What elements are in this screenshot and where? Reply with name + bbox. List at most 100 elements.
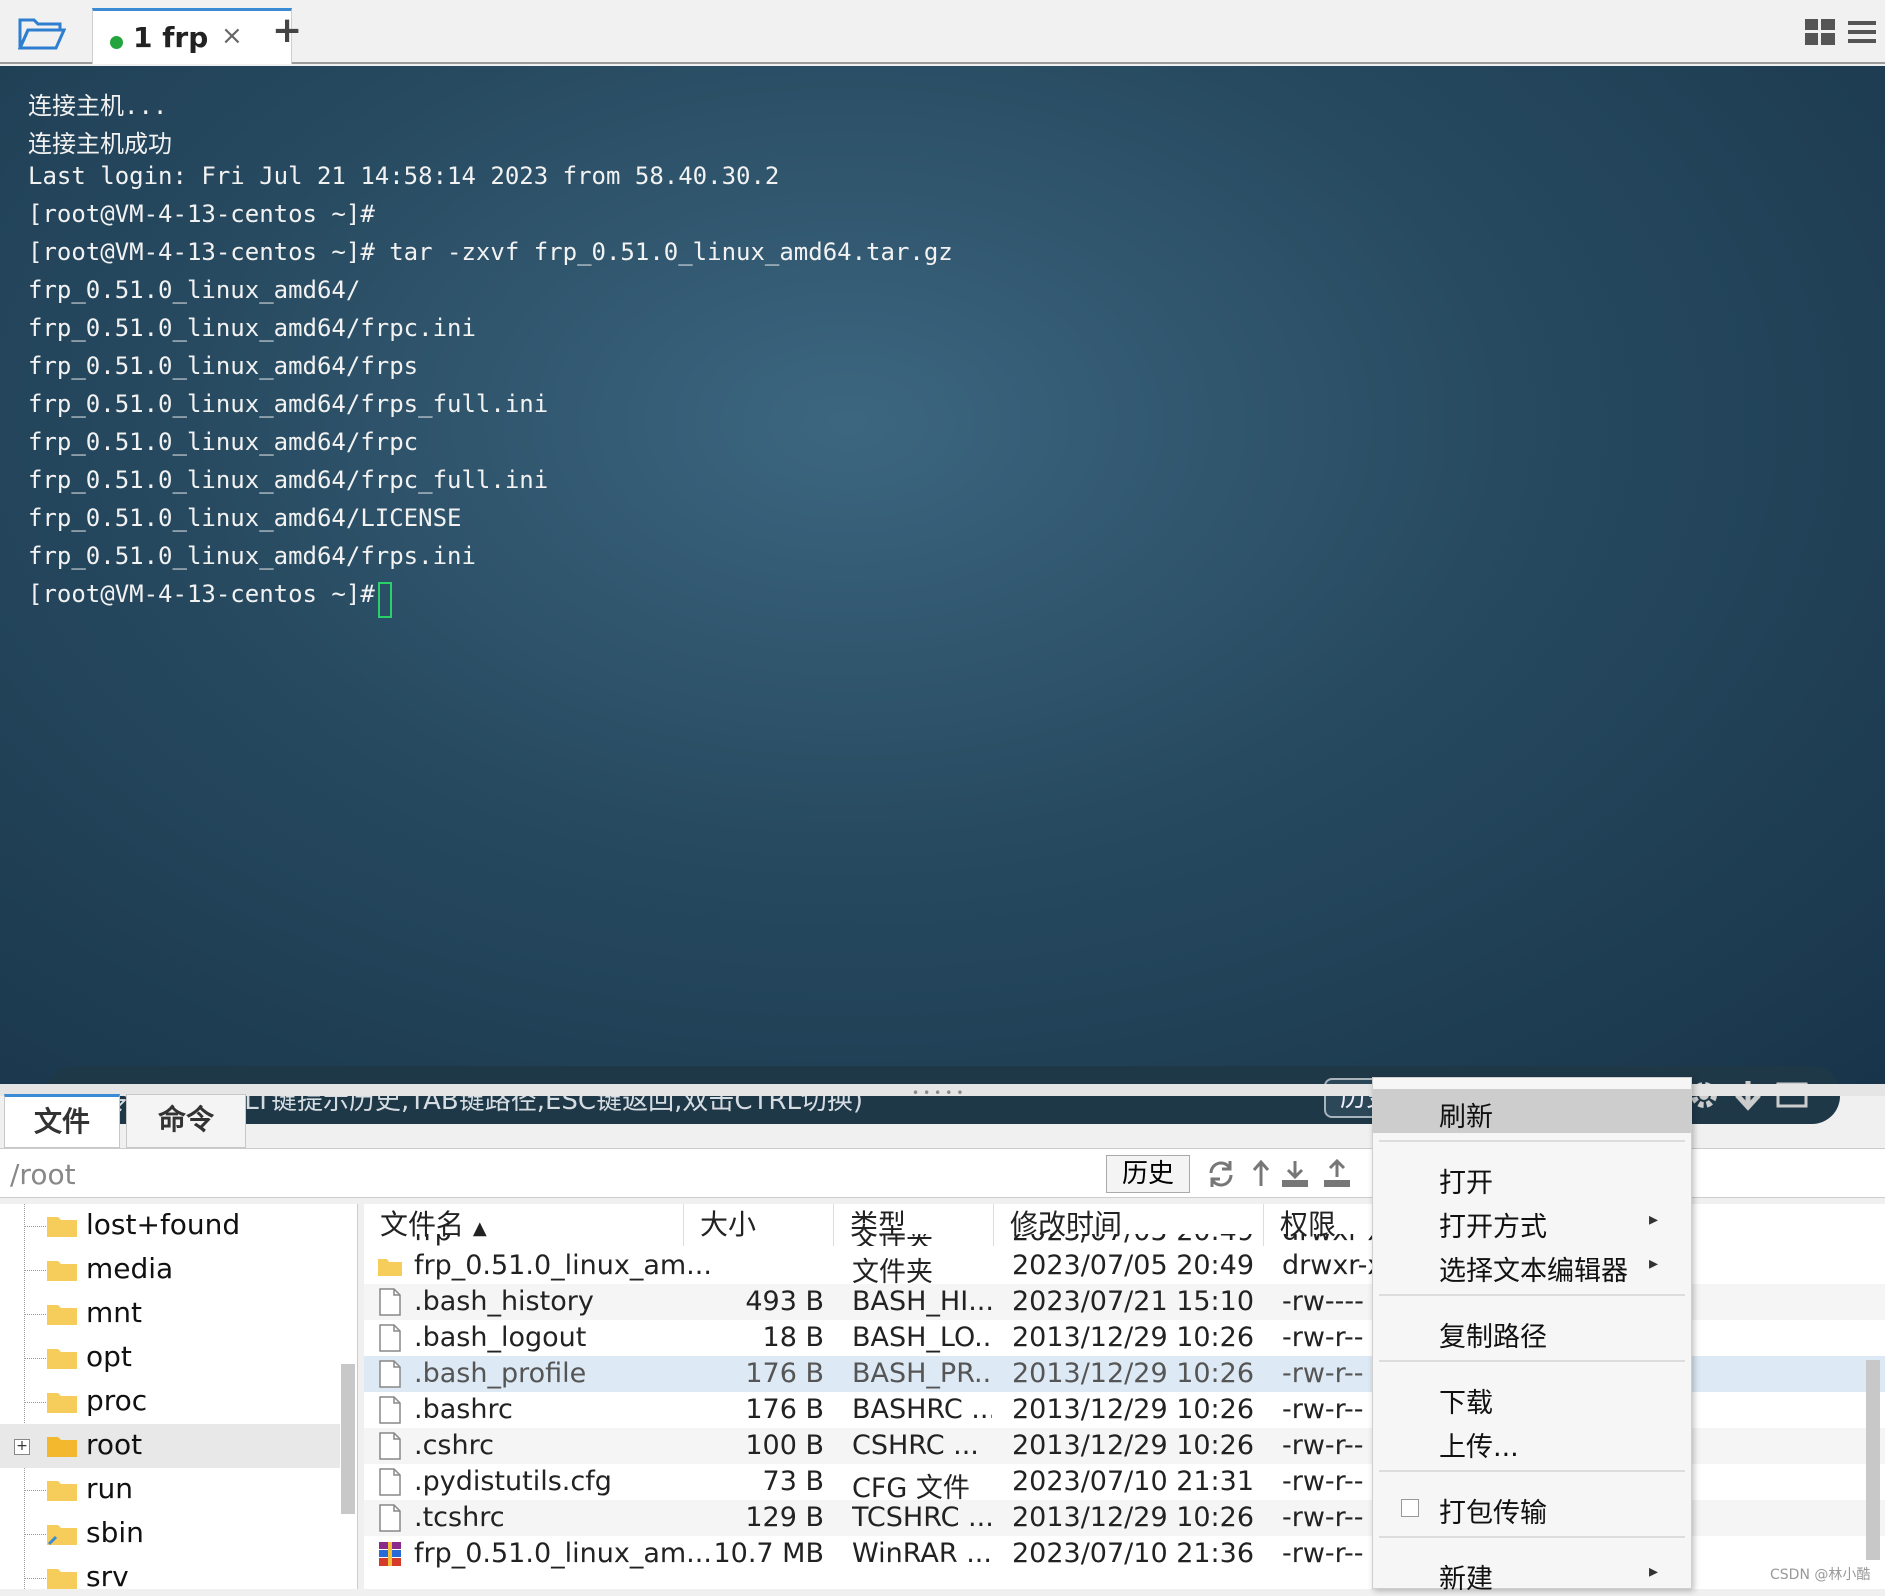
refresh-icon[interactable] (1206, 1159, 1236, 1189)
parent-dir-icon[interactable] (1246, 1159, 1276, 1189)
terminal-line: frp_0.51.0_linux_amd64/LICENSE (28, 504, 462, 532)
terminal-line: frp_0.51.0_linux_amd64/frps_full.ini (28, 390, 549, 418)
file-size: 100 B (745, 1430, 824, 1461)
file-size: 129 B (745, 1502, 824, 1533)
file-perm: -rw-r-- (1282, 1538, 1364, 1569)
file-size: 176 B (745, 1358, 824, 1389)
hamburger-menu-icon[interactable] (1846, 18, 1878, 46)
tree-item-lost-found[interactable]: lost+found (0, 1204, 340, 1248)
terminal-line: frp_0.51.0_linux_amd64/frps.ini (28, 542, 476, 570)
tree-scrollbar[interactable] (341, 1364, 355, 1514)
terminal-line: frp_0.51.0_linux_amd64/frpc.ini (28, 314, 476, 342)
terminal-line: frp_0.51.0_linux_amd64/frpc (28, 428, 419, 456)
file-icon (379, 1360, 401, 1388)
close-tab-icon[interactable]: × (221, 21, 243, 51)
folder-icon (47, 1437, 77, 1457)
tree-item-mnt[interactable]: mnt (0, 1292, 340, 1336)
file-mtime: 2013/12/29 10:26 (1012, 1502, 1255, 1533)
menu-item-copy-path[interactable]: 复制路径 (1373, 1309, 1691, 1353)
terminal-area[interactable]: 连接主机... 连接主机成功 Last login: Fri Jul 21 14… (0, 66, 1885, 1124)
file-perm: -rw-r-- (1282, 1394, 1364, 1425)
terminal-line: frp_0.51.0_linux_amd64/frps (28, 352, 419, 380)
file-mtime: 2013/12/29 10:26 (1012, 1430, 1255, 1461)
file-mtime: 2023/07/10 21:31 (1012, 1466, 1255, 1497)
file-perm: -rw---- (1282, 1286, 1364, 1317)
download-icon[interactable] (1280, 1159, 1310, 1189)
file-type: WinRAR ... (852, 1538, 992, 1569)
submenu-arrow-icon: ▸ (1649, 1209, 1659, 1230)
folder-icon (47, 1305, 77, 1325)
tree-item-root[interactable]: + root (0, 1424, 340, 1468)
menu-item-new[interactable]: 新建 ▸ (1373, 1551, 1691, 1595)
file-size: 73 B (762, 1466, 824, 1497)
file-mtime: 2023/07/21 15:10 (1012, 1286, 1255, 1317)
tree-item-sbin[interactable]: sbin (0, 1512, 340, 1556)
terminal-line: [root@VM-4-13-centos ~]# (28, 200, 375, 228)
folder-icon (47, 1217, 77, 1237)
file-perm: -rw-r-- (1282, 1502, 1364, 1533)
folder-icon (47, 1349, 77, 1369)
open-folder-icon[interactable] (18, 14, 66, 50)
file-size: 18 B (762, 1322, 824, 1353)
terminal-line: frp_0.51.0_linux_amd64/frpc_full.ini (28, 466, 549, 494)
checkbox[interactable] (1401, 1499, 1419, 1517)
path-history-button[interactable]: 历史 (1106, 1155, 1190, 1193)
file-perm: -rw-r-- (1282, 1322, 1364, 1353)
terminal-prompt: [root@VM-4-13-centos ~]# (28, 580, 375, 608)
file-type: TCSHRC ... (852, 1502, 992, 1533)
tree-item-media[interactable]: media (0, 1248, 340, 1292)
menu-item-download[interactable]: 下载 (1373, 1375, 1691, 1419)
archive-icon (379, 1542, 401, 1566)
file-icon (379, 1432, 401, 1460)
file-type: BASH_HI... (852, 1286, 992, 1317)
file-name: .bash_history (414, 1286, 594, 1317)
tab-commands[interactable]: 命令 (126, 1094, 246, 1148)
menu-item-choose-editor[interactable]: 选择文本编辑器 ▸ (1373, 1243, 1691, 1287)
expand-icon[interactable]: + (14, 1439, 30, 1455)
terminal-cursor (378, 582, 392, 618)
folder-icon (47, 1261, 77, 1281)
folder-link-icon (47, 1525, 77, 1546)
file-type: BASH_LO... (852, 1322, 992, 1353)
session-tab-frp[interactable]: 1 frp × (92, 8, 292, 64)
file-name: .bash_profile (414, 1358, 587, 1389)
menu-item-refresh[interactable]: 刷新 (1373, 1089, 1691, 1133)
tree-item-run[interactable]: run (0, 1468, 340, 1512)
terminal-line: Last login: Fri Jul 21 14:58:14 2023 fro… (28, 162, 780, 190)
session-tab-label: 1 frp (133, 21, 209, 54)
context-menu: 刷新 打开 打开方式 ▸ 选择文本编辑器 ▸ 复制路径 下载 上传... 打包传输 … (1372, 1077, 1692, 1595)
menu-item-upload[interactable]: 上传... (1373, 1419, 1691, 1463)
folder-icon (47, 1569, 77, 1589)
file-perm: -rw-r-- (1282, 1430, 1364, 1461)
folder-icon (47, 1481, 77, 1501)
file-name: .bash_logout (414, 1322, 587, 1353)
watermark: CSDN @林小酷 (1770, 1567, 1871, 1583)
menu-item-open-with[interactable]: 打开方式 ▸ (1373, 1199, 1691, 1243)
tree-item-opt[interactable]: opt (0, 1336, 340, 1380)
file-icon (379, 1468, 401, 1496)
file-mtime: 2023/07/10 21:36 (1012, 1538, 1255, 1569)
layout-grid-icon[interactable] (1804, 18, 1836, 46)
tree-item-srv[interactable]: srv (0, 1556, 340, 1589)
folder-icon (378, 1259, 402, 1276)
submenu-arrow-icon: ▸ (1649, 1253, 1659, 1274)
file-icon (379, 1324, 401, 1352)
tab-files[interactable]: 文件 (4, 1094, 120, 1148)
add-tab-icon[interactable]: + (272, 10, 302, 51)
file-perm: -rw-r-- (1282, 1466, 1364, 1497)
menu-item-pack-transfer[interactable]: 打包传输 (1373, 1485, 1691, 1529)
path-input[interactable]: /root (10, 1158, 76, 1191)
file-mtime: 2013/12/29 10:26 (1012, 1358, 1255, 1389)
file-type: CSHRC ... (852, 1430, 979, 1461)
session-tabbar: 1 frp × + (0, 0, 1885, 64)
upload-icon[interactable] (1322, 1159, 1352, 1189)
file-mtime: 2013/12/29 10:26 (1012, 1322, 1255, 1353)
directory-tree: lost+found media mnt opt proc + root run… (0, 1204, 358, 1589)
file-perm: drwxr-x (1282, 1250, 1382, 1281)
file-type: BASHRC ... (852, 1394, 992, 1425)
file-name: .tcshrc (414, 1502, 505, 1533)
file-size: 493 B (745, 1286, 824, 1317)
menu-item-open[interactable]: 打开 (1373, 1155, 1691, 1199)
tree-item-proc[interactable]: proc (0, 1380, 340, 1424)
file-list-scrollbar[interactable] (1866, 1360, 1880, 1560)
